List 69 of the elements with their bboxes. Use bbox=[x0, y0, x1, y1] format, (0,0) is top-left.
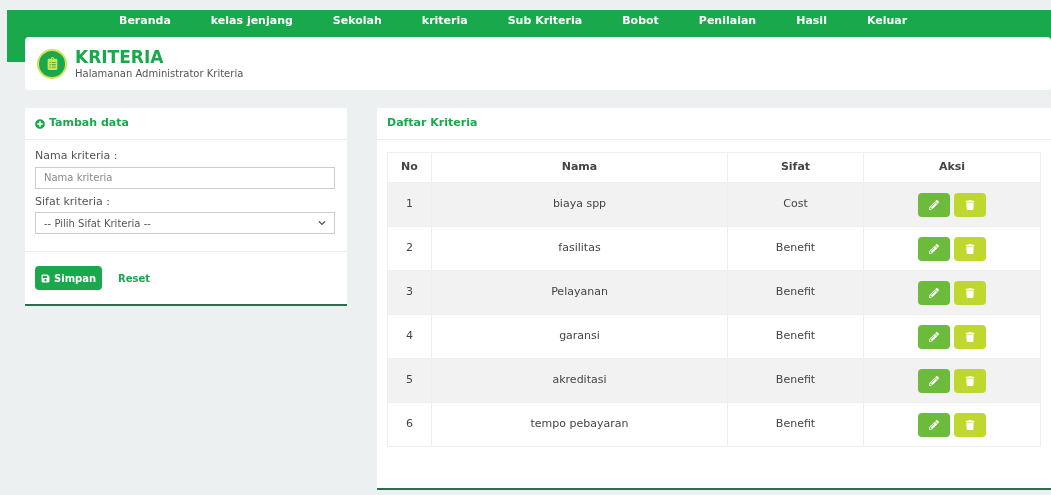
nav-link[interactable]: Penilaian bbox=[698, 12, 757, 30]
table-cell: Benefit bbox=[727, 314, 864, 359]
delete-button[interactable] bbox=[954, 324, 986, 349]
table-cell: tempo pebayaran bbox=[431, 402, 728, 447]
pencil-icon bbox=[929, 331, 939, 342]
table-cell: fasilitas bbox=[431, 226, 728, 271]
table-cell: akreditasi bbox=[431, 358, 728, 403]
table-cell: 6 bbox=[387, 402, 432, 447]
column-header: Nama bbox=[431, 152, 728, 183]
table-cell: garansi bbox=[431, 314, 728, 359]
panel-title: Daftar Kriteria bbox=[387, 115, 478, 132]
edit-button[interactable] bbox=[918, 280, 950, 305]
delete-button[interactable] bbox=[954, 280, 986, 305]
table-cell: Cost bbox=[727, 182, 864, 227]
delete-button[interactable] bbox=[954, 236, 986, 261]
table-cell: 4 bbox=[387, 314, 432, 359]
nav-link[interactable]: kriteria bbox=[421, 12, 468, 30]
reset-link[interactable]: Reset bbox=[118, 270, 151, 286]
page-title: KRITERIA bbox=[75, 46, 165, 68]
table-cell: Benefit bbox=[727, 226, 864, 271]
delete-button[interactable] bbox=[954, 412, 986, 437]
field-label: Sifat kriteria : bbox=[35, 193, 111, 210]
edit-button[interactable] bbox=[918, 412, 950, 437]
nav-link[interactable]: Hasil bbox=[796, 12, 827, 30]
table-cell: Benefit bbox=[727, 402, 864, 447]
panel-title: Tambah data bbox=[49, 115, 129, 132]
plus-icon bbox=[35, 118, 45, 129]
save-icon bbox=[41, 273, 50, 283]
pencil-icon bbox=[929, 199, 939, 210]
table-cell: biaya spp bbox=[431, 182, 728, 227]
table-cell: 2 bbox=[387, 226, 432, 271]
nav-link[interactable]: Sekolah bbox=[332, 12, 382, 30]
edit-button[interactable] bbox=[918, 368, 950, 393]
column-header: Sifat bbox=[727, 152, 864, 183]
field-label: Nama kriteria : bbox=[35, 148, 119, 164]
table-cell: 3 bbox=[387, 270, 432, 315]
pencil-icon bbox=[929, 375, 939, 386]
select-field[interactable]: -- Pilih Sifat Kriteria -- bbox=[35, 212, 335, 234]
trash-icon bbox=[965, 331, 975, 342]
page-subtitle: Halamanan Administrator Kriteria bbox=[75, 67, 244, 81]
input-field[interactable]: Nama kriteria bbox=[35, 166, 335, 189]
edit-button[interactable] bbox=[918, 192, 950, 217]
table-cell: 5 bbox=[387, 358, 432, 403]
delete-button[interactable] bbox=[954, 192, 986, 217]
trash-icon bbox=[965, 243, 975, 254]
table-cell: 1 bbox=[387, 182, 432, 227]
trash-icon bbox=[965, 287, 975, 298]
save-button[interactable]: Simpan bbox=[35, 266, 103, 290]
nav-link[interactable]: Keluar bbox=[866, 12, 908, 30]
pencil-icon bbox=[929, 287, 939, 298]
trash-icon bbox=[965, 375, 975, 386]
table-cell: Pelayanan bbox=[431, 270, 728, 315]
trash-icon bbox=[965, 419, 975, 430]
column-header: No bbox=[387, 152, 432, 183]
nav-link[interactable]: Bobot bbox=[622, 12, 659, 30]
clipboard-icon bbox=[37, 48, 67, 79]
edit-button[interactable] bbox=[918, 324, 950, 349]
chevron-down-icon bbox=[318, 219, 326, 227]
table-cell: Benefit bbox=[727, 270, 864, 315]
delete-button[interactable] bbox=[954, 368, 986, 393]
trash-icon bbox=[965, 199, 975, 210]
pencil-icon bbox=[929, 419, 939, 430]
nav-link[interactable]: Sub Kriteria bbox=[507, 12, 583, 30]
column-header: Aksi bbox=[863, 152, 1041, 183]
nav-link[interactable]: Beranda bbox=[119, 12, 171, 30]
table-cell: Benefit bbox=[727, 358, 864, 403]
edit-button[interactable] bbox=[918, 236, 950, 261]
nav-link[interactable]: kelas jenjang bbox=[210, 12, 293, 30]
pencil-icon bbox=[929, 243, 939, 254]
